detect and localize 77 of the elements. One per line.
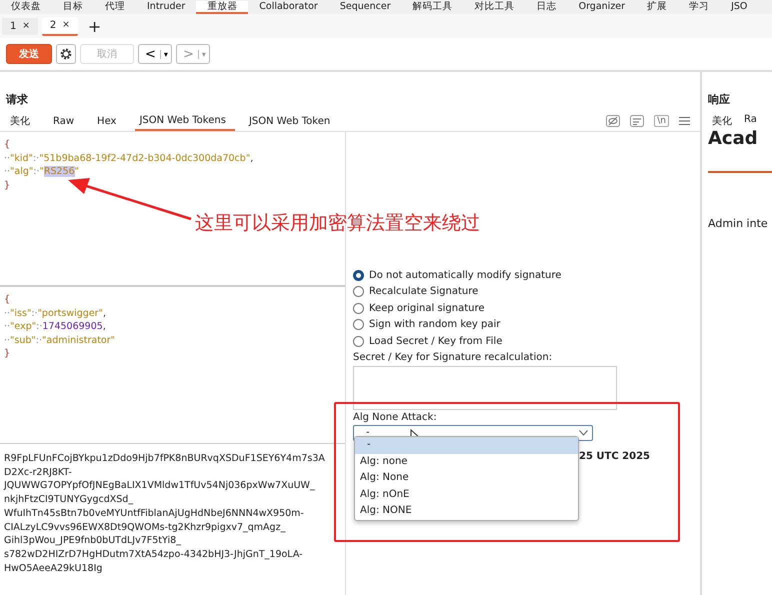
- page-text: Admin inte: [708, 217, 769, 230]
- request-tab[interactable]: 2 ×: [42, 16, 78, 36]
- chevron-down-icon: [579, 430, 588, 436]
- main-tab[interactable]: 仪表盘: [0, 1, 52, 14]
- add-tab-button[interactable]: +: [82, 16, 108, 36]
- signature-line: WfuIhTn45sBtn7b0veMYUntfFiblanAjUgHdNbeJ6NNN4wX950m-: [4, 506, 305, 521]
- secret-label: Secret / Key for Signature recalculation:: [353, 352, 554, 362]
- dropdown-option[interactable]: Alg: None: [355, 470, 578, 486]
- settings-icon: [59, 47, 73, 61]
- signature-line: D2Xc-r2RJ8KT-: [4, 466, 73, 480]
- signature-option[interactable]: Keep original signature: [353, 300, 700, 316]
- editor-tab[interactable]: JSON Web Token: [244, 112, 340, 130]
- wrap-lines-icon[interactable]: [630, 115, 644, 127]
- alg-none-label: Alg None Attack:: [353, 412, 438, 422]
- main-tab[interactable]: 日志: [526, 1, 568, 14]
- signature-option[interactable]: Sign with random key pair: [353, 316, 700, 333]
- hide-icon[interactable]: [606, 115, 620, 127]
- main-tab[interactable]: 对比工具: [464, 1, 526, 14]
- date-text: 25 UTC 2025: [579, 450, 650, 462]
- send-button[interactable]: 发送: [6, 44, 52, 64]
- signature-line: Gihl3pWou_JPE9fnb0bUTdLJv7F5tYi8_: [4, 534, 182, 548]
- close-icon[interactable]: ×: [22, 20, 30, 32]
- editor-tab[interactable]: JSON Web Tokens: [135, 112, 235, 130]
- radio-button[interactable]: [353, 319, 364, 330]
- radio-button[interactable]: [353, 270, 364, 281]
- signature-option[interactable]: Recalculate Signature: [353, 284, 700, 300]
- code-line: ··"kid":·"51b9ba68-19f2-47d2-b304-0dc300da70cb",: [4, 152, 254, 165]
- main-tab[interactable]: JSO: [720, 1, 758, 14]
- signature-line: HwO5AeeA29kU18Ig: [4, 562, 104, 576]
- signature-option[interactable]: Do not automatically modify signature: [353, 267, 700, 284]
- main-tab[interactable]: Organizer: [568, 1, 636, 14]
- signature-line: R9FpLFUnFCojBYkpu1zDdo9Hjb7fPK8nBURvqXSDuF1SEY6Y4m7s3A: [4, 452, 326, 466]
- code-line: {: [4, 138, 12, 152]
- dropdown-option[interactable]: Alg: NONE: [355, 503, 578, 520]
- main-tab[interactable]: 代理: [94, 1, 136, 14]
- editor-tab[interactable]: Hex: [93, 112, 126, 130]
- main-tab[interactable]: 目标: [52, 1, 94, 14]
- editor-tab[interactable]: Raw: [49, 112, 84, 130]
- editor-tab[interactable]: 美化: [708, 111, 738, 131]
- radio-button[interactable]: [353, 286, 364, 298]
- main-tab[interactable]: Intruder: [136, 1, 196, 14]
- main-tab[interactable]: Sequencer: [328, 1, 402, 14]
- signature-option[interactable]: Load Secret / Key from File: [353, 333, 700, 350]
- code-line: }: [4, 178, 12, 192]
- back-button[interactable]: < ▾: [138, 44, 172, 64]
- close-icon[interactable]: ×: [62, 20, 70, 30]
- signature-line: JQUWWG7OPYpfOfJNEgBaLIX1VMldw1TfUv54Nj036pxWw7XuUW_: [4, 479, 316, 494]
- dropdown-option[interactable]: Alg: nOnE: [355, 486, 578, 503]
- main-tab[interactable]: 学习: [678, 1, 720, 14]
- code-line: ··"iss":·"portswigger",: [4, 306, 107, 320]
- radio-button[interactable]: [353, 336, 364, 347]
- annotation-text: 这里可以采用加密算法置空来绕过: [195, 211, 480, 236]
- main-tab[interactable]: 解码工具: [402, 1, 464, 14]
- main-tab[interactable]: Collaborator: [248, 1, 329, 14]
- code-line: ··"exp":·1745069905,: [4, 320, 107, 334]
- request-title: 请求: [6, 92, 29, 107]
- page-heading: Acad: [708, 129, 759, 149]
- secret-field[interactable]: [353, 366, 617, 410]
- dropdown-option[interactable]: -: [355, 437, 578, 454]
- newline-toggle[interactable]: \n: [654, 115, 669, 127]
- radio-button[interactable]: [353, 302, 364, 314]
- code-line: }: [4, 347, 12, 360]
- signature-line: nkjhFtzCI9TUNYGygcdXSd_: [4, 493, 134, 507]
- editor-tab[interactable]: 美化: [6, 111, 39, 131]
- dropdown-option[interactable]: Alg: none: [355, 454, 578, 470]
- response-title: 响应: [708, 92, 731, 107]
- editor-tab[interactable]: Ra: [740, 111, 763, 131]
- signature-line: CIALzyLC9vvs96EWX8Dt9QWOMs-tg2Khzr9pigxv7_qmAgz_: [4, 520, 286, 534]
- signature-line: s782wD2HIZrD7HgHDutm7XtA54zpo-4342bHJ3-JhjGnT_19oLA-: [4, 548, 304, 562]
- main-tab[interactable]: 重放器: [196, 1, 248, 14]
- code-line: ··"sub":·"administrator": [4, 334, 116, 347]
- menu-icon[interactable]: [679, 116, 690, 126]
- settings-button[interactable]: [56, 44, 76, 64]
- request-tab[interactable]: 1 ×: [2, 18, 38, 34]
- main-tab[interactable]: 扩展: [636, 1, 678, 14]
- code-line: {: [4, 293, 12, 306]
- code-line: ··"alg":·"RS256": [4, 165, 80, 178]
